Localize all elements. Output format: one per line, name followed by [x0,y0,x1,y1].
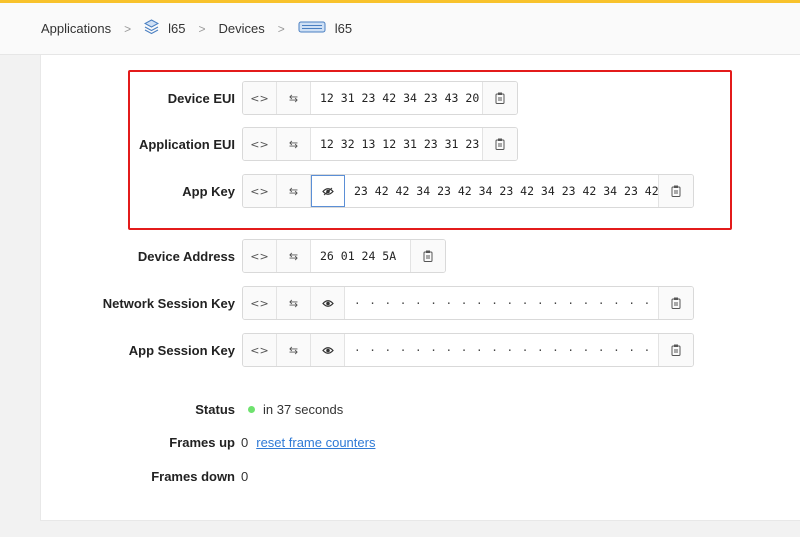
code-brackets-icon: <> [250,343,269,357]
breadcrumb: Applications > l65 > Devices > l65 [0,3,800,55]
copy-button[interactable] [659,334,693,366]
chevron-right-icon: > [124,21,132,36]
clipboard-icon [495,138,505,150]
swap-arrows-icon: ⇆ [288,184,299,198]
status-indicator-dot [248,406,255,413]
frames-up-value: 0 [241,435,249,450]
swap-arrows-icon: ⇆ [288,343,299,357]
swap-arrows-icon: ⇆ [288,137,299,151]
app-session-key-field: <> ⇆ · · · · · · · · · · · · · · · · · ·… [242,333,694,367]
clipboard-icon [671,185,681,197]
breadcrumb-application-link[interactable]: l65 [168,21,185,36]
app-session-key-label: App Session Key [128,343,235,358]
app-key-field: <> ⇆ 23 42 42 34 23 42 34 23 42 34 23 42… [242,174,694,208]
code-brackets-icon: <> [250,184,269,198]
copy-button[interactable] [659,175,693,207]
app-session-key-value: · · · · · · · · · · · · · · · · · · · · … [345,334,659,366]
swap-arrows-icon: ⇆ [288,249,299,263]
device-address-label: Device Address [137,249,235,264]
chevron-right-icon: > [198,21,206,36]
application-eui-value: 12 32 13 12 31 23 31 23 [311,128,483,160]
copy-button[interactable] [483,128,517,160]
code-brackets-icon: <> [250,296,269,310]
app-key-label: App Key [182,184,235,199]
toggle-format-button[interactable]: <> [243,240,277,272]
toggle-format-button[interactable]: <> [243,287,277,319]
device-address-field: <> ⇆ 26 01 24 5A [242,239,446,273]
swap-byte-order-button[interactable]: ⇆ [277,240,311,272]
breadcrumb-applications-link[interactable]: Applications [41,21,111,36]
toggle-format-button[interactable]: <> [243,128,277,160]
network-session-key-label: Network Session Key [102,296,235,311]
eye-slash-icon [322,187,334,195]
toggle-format-button[interactable]: <> [243,334,277,366]
status-text: in 37 seconds [263,402,344,417]
clipboard-icon [671,297,681,309]
swap-byte-order-button[interactable]: ⇆ [277,334,311,366]
clipboard-icon [671,344,681,356]
device-eui-value: 12 31 23 42 34 23 43 20 [311,82,483,114]
eye-icon [321,346,334,354]
swap-byte-order-button[interactable]: ⇆ [277,175,311,207]
toggle-visibility-button[interactable] [311,175,345,207]
device-eui-field: <> ⇆ 12 31 23 42 34 23 43 20 [242,81,518,115]
clipboard-icon [495,92,505,104]
breadcrumb-device-name: l65 [334,21,353,36]
network-session-key-value: · · · · · · · · · · · · · · · · · · · · … [345,287,659,319]
status-label: Status [195,402,235,417]
toggle-visibility-button[interactable] [311,287,345,319]
stack-icon [144,19,160,38]
code-brackets-icon: <> [250,249,269,263]
swap-byte-order-button[interactable]: ⇆ [277,287,311,319]
toggle-format-button[interactable]: <> [243,175,277,207]
toggle-visibility-button[interactable] [311,334,345,366]
device-address-value: 26 01 24 5A [311,240,411,272]
code-brackets-icon: <> [250,91,269,105]
application-eui-field: <> ⇆ 12 32 13 12 31 23 31 23 [242,127,518,161]
swap-arrows-icon: ⇆ [288,296,299,310]
status-value: in 37 seconds [248,402,343,417]
code-brackets-icon: <> [250,137,269,151]
app-key-value: 23 42 42 34 23 42 34 23 42 34 23 42 34 2… [345,175,659,207]
device-eui-label: Device EUI [167,91,235,106]
eye-icon [321,299,334,307]
reset-frame-counters-link[interactable]: reset frame counters [256,435,375,450]
toggle-format-button[interactable]: <> [243,82,277,114]
copy-button[interactable] [659,287,693,319]
frames-up-value-group: 0 reset frame counters [241,435,375,450]
swap-arrows-icon: ⇆ [288,91,299,105]
application-eui-label: Application EUI [138,137,235,152]
frames-down-label: Frames down [151,469,235,484]
swap-byte-order-button[interactable]: ⇆ [277,128,311,160]
frames-down-value: 0 [241,469,249,484]
breadcrumb-devices-link[interactable]: Devices [219,21,265,36]
device-icon [298,19,326,38]
swap-byte-order-button[interactable]: ⇆ [277,82,311,114]
copy-button[interactable] [483,82,517,114]
clipboard-icon [423,250,433,262]
chevron-right-icon: > [277,21,285,36]
copy-button[interactable] [411,240,445,272]
network-session-key-field: <> ⇆ · · · · · · · · · · · · · · · · · ·… [242,286,694,320]
frames-up-label: Frames up [169,435,235,450]
